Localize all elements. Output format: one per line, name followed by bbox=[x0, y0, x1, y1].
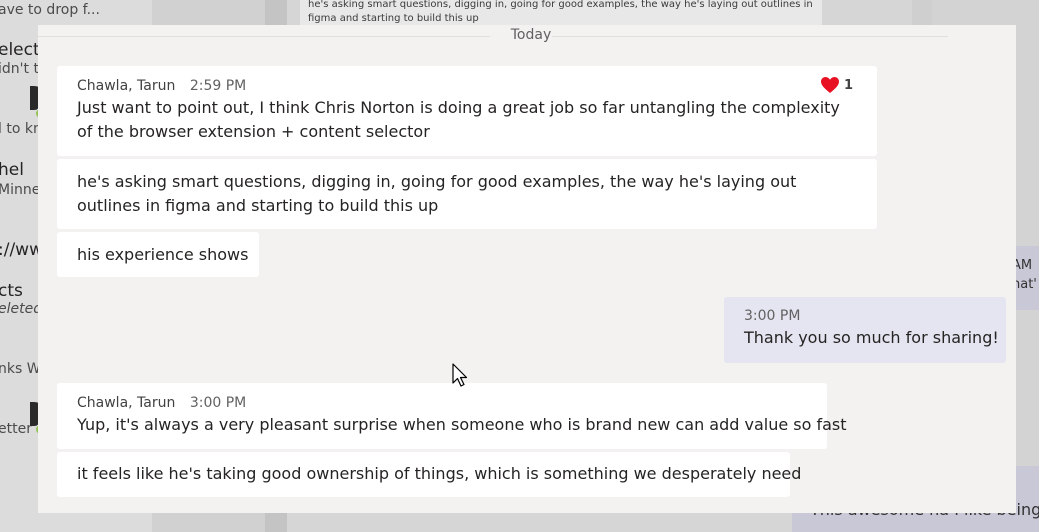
reaction-count: 1 bbox=[844, 77, 854, 93]
message-body: he's asking smart questions, digging in,… bbox=[77, 172, 797, 215]
bg-text: l to kn bbox=[0, 121, 42, 137]
mouse-cursor-icon bbox=[452, 363, 468, 387]
message-body: Yup, it's always a very pleasant surpris… bbox=[77, 415, 847, 434]
message-body: his experience shows bbox=[77, 245, 249, 264]
message-author[interactable]: Chawla, Tarun bbox=[77, 395, 175, 411]
message-meta: Chawla, Tarun 3:00 PM bbox=[77, 395, 807, 411]
date-divider-line bbox=[552, 36, 948, 37]
chat-message[interactable]: it feels like he's taking good ownership… bbox=[57, 452, 802, 497]
chat-message[interactable]: Chawla, Tarun 3:00 PM Yup, it's always a… bbox=[57, 383, 847, 449]
background-message: he's asking smart questions, digging in,… bbox=[300, 0, 822, 28]
chat-message[interactable]: his experience shows bbox=[57, 232, 259, 277]
message-meta: Chawla, Tarun 2:59 PM bbox=[77, 78, 857, 94]
reaction-badge[interactable]: 1 bbox=[820, 76, 853, 94]
message-body: it feels like he's taking good ownership… bbox=[77, 464, 802, 483]
heart-icon bbox=[821, 77, 839, 93]
bg-text: idn't t bbox=[0, 61, 39, 77]
chat-message[interactable]: he's asking smart questions, digging in,… bbox=[57, 159, 877, 229]
bg-text: hel bbox=[0, 160, 24, 180]
message-body: Thank you so much for sharing! bbox=[744, 328, 999, 347]
message-time: 3:00 PM bbox=[189, 395, 247, 411]
bg-text: cts bbox=[0, 281, 23, 301]
message-time: 3:00 PM bbox=[744, 308, 801, 324]
date-divider-line bbox=[38, 36, 490, 37]
bg-text: ave to drop f... bbox=[0, 2, 100, 18]
bg-text: Minne bbox=[0, 182, 41, 198]
message-time: 2:59 PM bbox=[189, 78, 247, 94]
bg-text: eleted bbox=[0, 301, 43, 317]
date-divider: Today bbox=[510, 27, 552, 43]
message-author[interactable]: Chawla, Tarun bbox=[77, 78, 175, 94]
message-body: Just want to point out, I think Chris No… bbox=[77, 98, 840, 141]
chat-message[interactable]: Chawla, Tarun 2:59 PM Just want to point… bbox=[57, 66, 877, 156]
my-chat-message[interactable]: 3:00 PM Thank you so much for sharing! bbox=[724, 297, 1006, 363]
bg-text: nks W bbox=[0, 361, 41, 377]
